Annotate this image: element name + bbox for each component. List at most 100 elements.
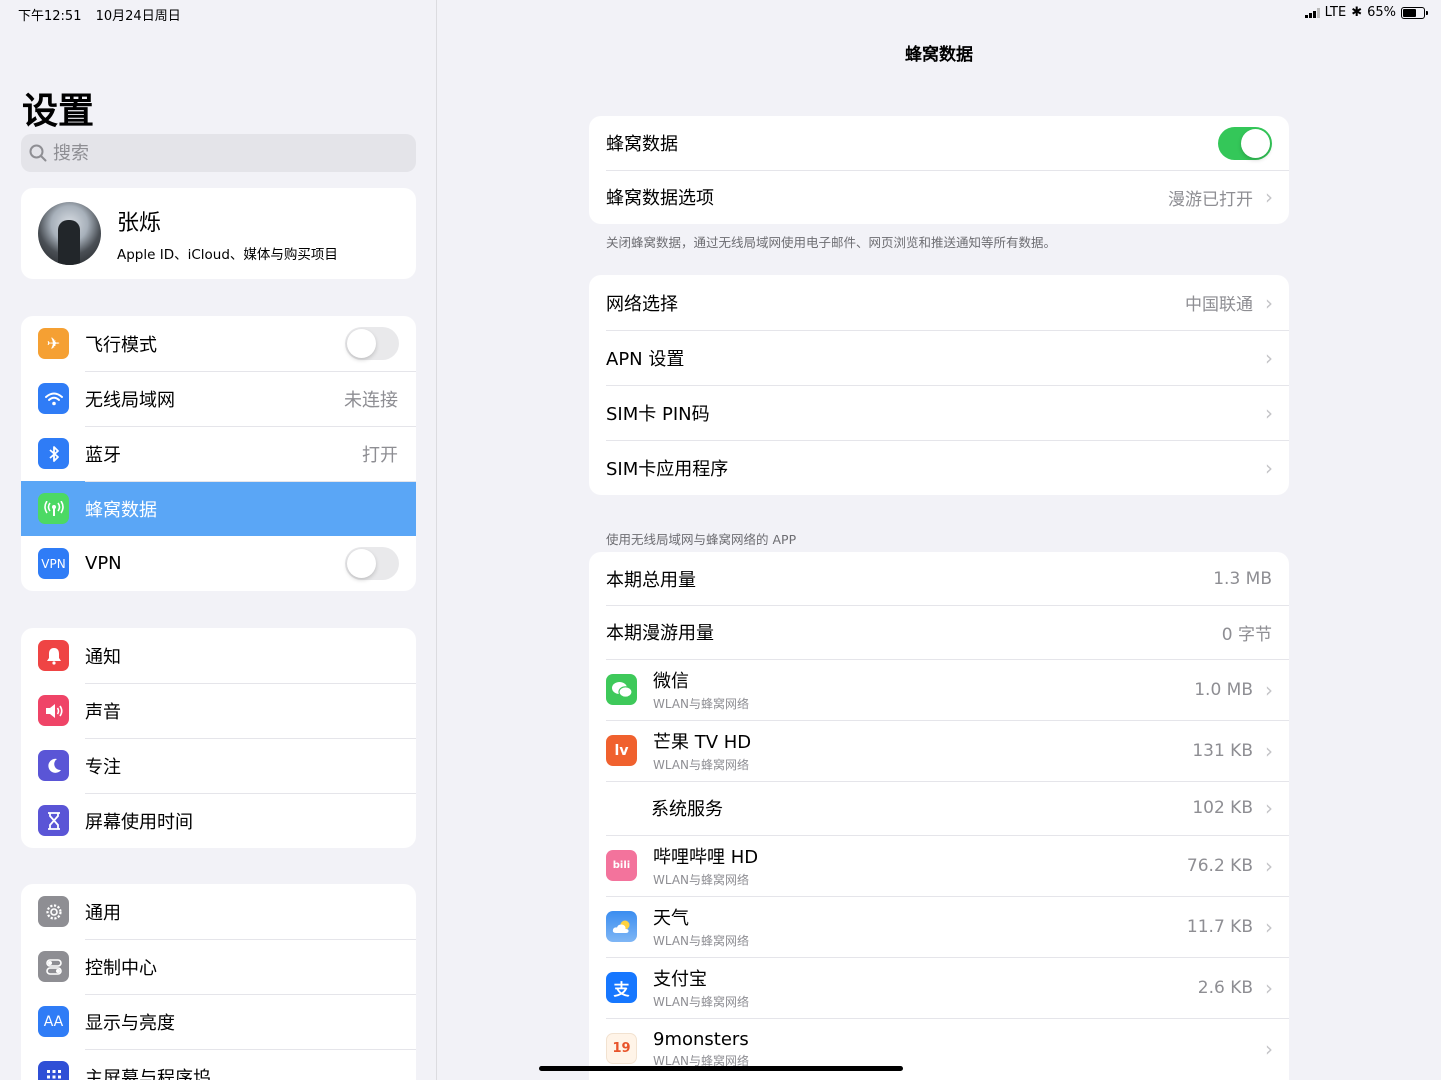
battery-icon [1401,6,1428,19]
app-subtitle: WLAN与蜂窝网络 [653,697,750,711]
battery-fill [1403,8,1416,17]
network-selection-row[interactable]: 网络选择 中国联通 › [589,275,1289,330]
notifications-group: 通知 声音 专注 屏幕使用时间 [21,628,416,848]
app-usage: 11.7 KB [1186,916,1253,937]
app-row-alipay[interactable]: 支 支付宝 WLAN与蜂窝网络 2.6 KB › [589,957,1289,1018]
chevron-right-icon: › [1265,1036,1273,1061]
search-input[interactable] [53,142,393,164]
sidebar-item-general[interactable]: 通用 [21,884,416,939]
sidebar-item-label: 无线局域网 [85,389,175,411]
sidebar-item-notifications[interactable]: 通知 [21,628,416,683]
cellular-footnote: 关闭蜂窝数据，通过无线局域网使用电子邮件、网页浏览和推送通知等所有数据。 [606,235,1057,250]
app-row-wechat[interactable]: 微信 WLAN与蜂窝网络 1.0 MB › [589,659,1289,720]
connectivity-group: ✈ 飞行模式 无线局域网 未连接 蓝牙 打开 蜂窝数据 VPN VPN [21,316,416,591]
bluetooth-status: 打开 [362,444,398,466]
sidebar-item-label: 通知 [85,646,121,668]
control-center-icon [38,951,69,982]
battery-percent: 65% [1367,5,1396,20]
app-usage: 131 KB [1192,740,1253,761]
sidebar: 设置 张烁 Apple ID、iCloud、媒体与购买项目 ✈ 飞行模式 无线局… [0,0,437,1080]
apn-settings-row[interactable]: APN 设置 › [589,330,1289,385]
app-usage: 2.6 KB [1197,977,1253,998]
total-usage-row: 本期总用量 1.3 MB [589,552,1289,605]
chevron-right-icon: › [1265,345,1273,370]
weather-icon [606,911,637,942]
cellular-options-row[interactable]: 蜂窝数据选项 漫游已打开 › [589,170,1289,224]
bluetooth-status-icon: ✱ [1351,5,1363,20]
app-row-bilibili[interactable]: bili 哔哩哔哩 HD WLAN与蜂窝网络 76.2 KB › [589,835,1289,896]
search-bar[interactable] [21,134,416,172]
app-name: 系统服务 [651,799,723,820]
notification-icon [38,640,69,671]
profile-name: 张烁 [117,210,162,236]
chevron-right-icon: › [1265,290,1273,315]
total-usage-value: 1.3 MB [1213,568,1272,589]
sim-apps-label: SIM卡应用程序 [606,458,729,480]
app-row-weather[interactable]: 天气 WLAN与蜂窝网络 11.7 KB › [589,896,1289,957]
app-row-mango-tv[interactable]: lv 芒果 TV HD WLAN与蜂窝网络 131 KB › [589,720,1289,781]
page-title: 蜂窝数据 [905,45,973,65]
app-name: 哔哩哔哩 HD [653,847,759,868]
wechat-icon [606,674,637,705]
airplane-icon: ✈ [38,328,69,359]
alipay-icon: 支 [606,972,637,1003]
sidebar-item-label: 蜂窝数据 [85,499,157,521]
9monsters-icon: 19 [606,1033,637,1064]
app-subtitle: WLAN与蜂窝网络 [653,758,750,772]
app-usage: 1.0 MB [1194,679,1253,700]
cellular-icon [38,493,69,524]
roaming-usage-row: 本期漫游用量 0 字节 [589,605,1289,659]
app-row-system-services[interactable]: 系统服务 102 KB › [589,781,1289,835]
sound-icon [38,695,69,726]
signal-icon [1304,7,1320,18]
airplane-mode-toggle[interactable] [345,327,399,360]
sim-pin-label: SIM卡 PIN码 [606,403,710,425]
roaming-usage-value: 0 字节 [1221,624,1272,645]
sim-apps-row[interactable]: SIM卡应用程序 › [589,440,1289,495]
cellular-data-label: 蜂窝数据 [606,134,678,155]
sim-pin-row[interactable]: SIM卡 PIN码 › [589,385,1289,440]
profile-subtitle: Apple ID、iCloud、媒体与购买项目 [117,246,338,263]
sidebar-item-label: 通用 [85,902,121,924]
sidebar-item-bluetooth[interactable]: 蓝牙 打开 [21,426,416,481]
apn-settings-label: APN 设置 [606,348,685,370]
sidebar-item-display-brightness[interactable]: AA 显示与亮度 [21,994,416,1049]
total-usage-label: 本期总用量 [606,569,696,591]
sidebar-item-screen-time[interactable]: 屏幕使用时间 [21,793,416,848]
usage-group: 本期总用量 1.3 MB 本期漫游用量 0 字节 微信 WLAN与蜂窝网络 1.… [589,552,1289,1080]
app-name: 微信 [653,671,689,692]
vpn-toggle[interactable] [345,547,399,580]
app-name: 支付宝 [653,969,707,990]
chevron-right-icon: › [1265,853,1273,878]
sidebar-item-airplane-mode[interactable]: ✈ 飞行模式 [21,316,416,371]
app-name: 9monsters [653,1028,749,1050]
sidebar-item-label: 控制中心 [85,957,157,979]
sidebar-item-label: 声音 [85,701,121,723]
cellular-options-label: 蜂窝数据选项 [606,188,714,209]
network-selection-label: 网络选择 [606,293,678,315]
cellular-options-value: 漫游已打开 [1168,189,1253,210]
chevron-right-icon: › [1265,914,1273,939]
chevron-right-icon: › [1265,975,1273,1000]
roaming-usage-label: 本期漫游用量 [606,623,714,644]
sidebar-item-control-center[interactable]: 控制中心 [21,939,416,994]
chevron-right-icon: › [1265,185,1273,209]
status-bar-right: LTE ✱ 65% [1304,5,1428,20]
profile-card[interactable]: 张烁 Apple ID、iCloud、媒体与购买项目 [21,188,416,279]
display-icon: AA [38,1006,69,1037]
app-usage: 76.2 KB [1186,855,1253,876]
sidebar-item-focus[interactable]: 专注 [21,738,416,793]
bilibili-icon: bili [606,850,637,881]
wifi-icon [38,383,69,414]
sidebar-item-cellular[interactable]: 蜂窝数据 [21,481,416,536]
vpn-icon: VPN [38,548,69,579]
network-selection-value: 中国联通 [1185,295,1253,315]
sidebar-item-vpn[interactable]: VPN VPN [21,536,416,591]
search-icon [29,144,47,162]
sidebar-item-wifi[interactable]: 无线局域网 未连接 [21,371,416,426]
cellular-data-toggle[interactable] [1218,126,1272,160]
chevron-right-icon: › [1265,400,1273,425]
sidebar-item-sounds[interactable]: 声音 [21,683,416,738]
hourglass-icon [38,805,69,836]
sidebar-item-home-screen[interactable]: 主屏幕与程序坞 [21,1049,416,1080]
